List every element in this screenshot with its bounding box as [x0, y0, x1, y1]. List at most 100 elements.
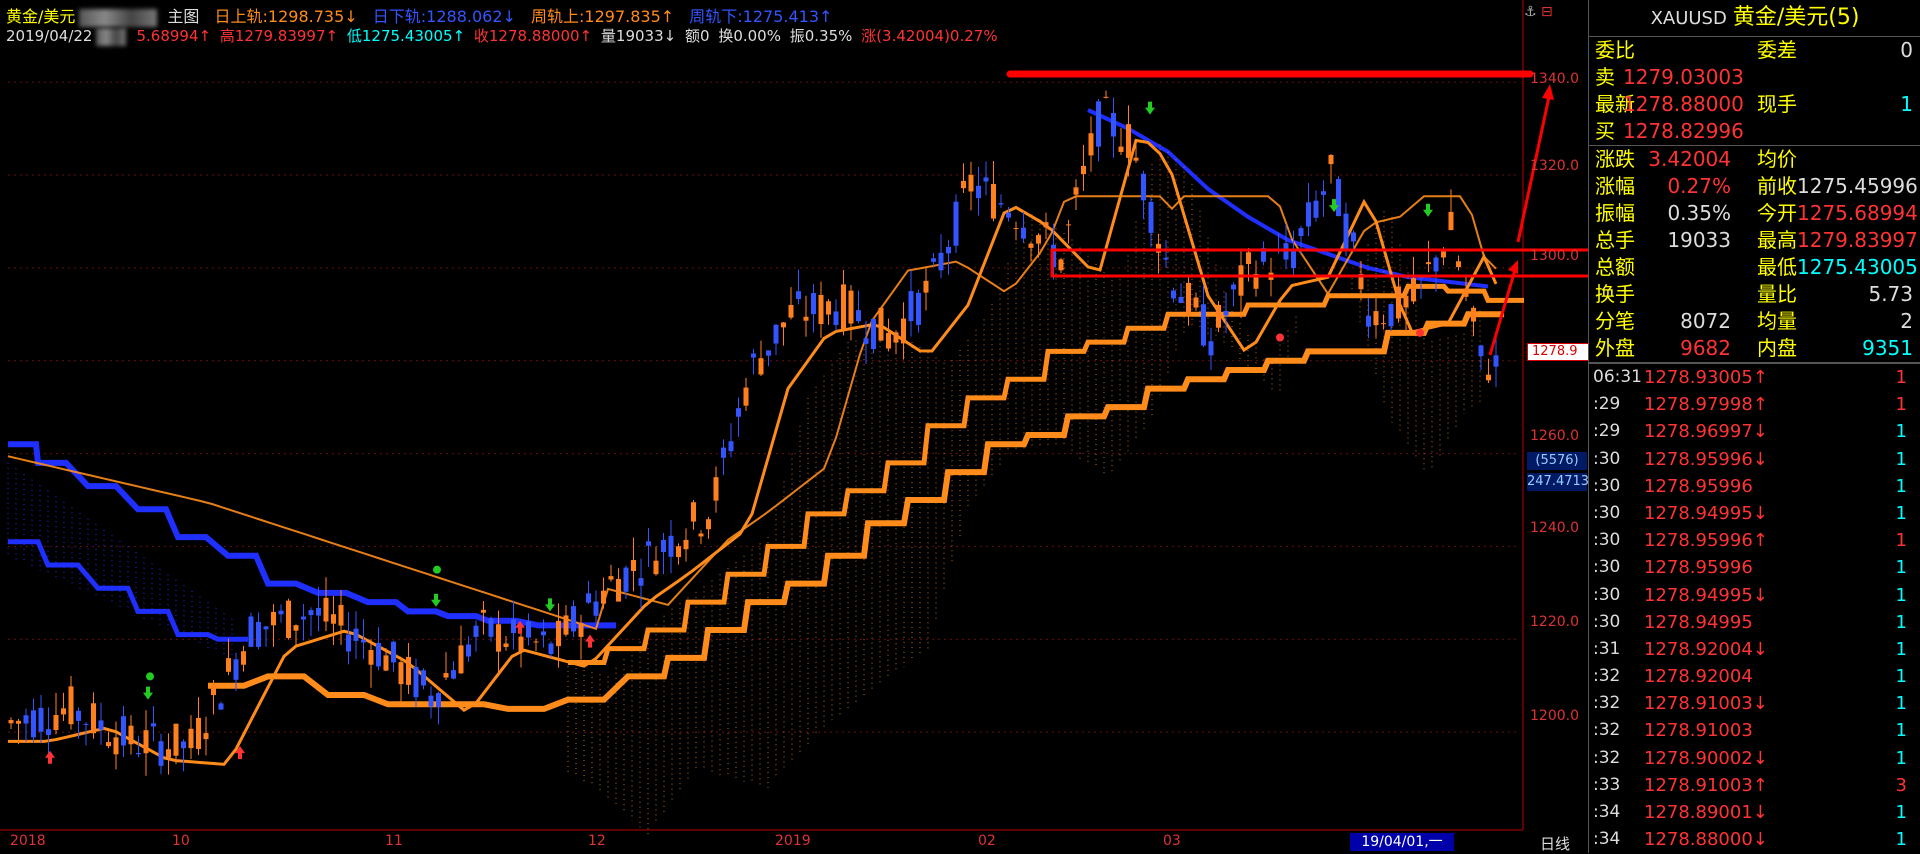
row-label: 均价: [1757, 147, 1797, 171]
candle-body: [188, 728, 194, 749]
tick-volume: 1: [1895, 584, 1907, 606]
candle-body: [586, 593, 591, 603]
candle-body: [143, 730, 149, 754]
tick-time: :29: [1593, 421, 1621, 442]
y-axis-label: 1240.0: [1530, 520, 1579, 536]
tick-row[interactable]: :30 1278.95996 1: [1589, 473, 1920, 500]
candle-body: [1171, 290, 1176, 299]
x-axis-label: 10: [172, 833, 190, 849]
candle-body: [23, 715, 29, 724]
blurred-region: [96, 27, 127, 46]
panel-name: 黄金/美元(5): [1732, 5, 1860, 30]
tick-volume: 3: [1895, 774, 1907, 796]
candle-body: [676, 546, 681, 558]
tick-row[interactable]: :33 1278.91003↑ 3: [1589, 772, 1920, 799]
candlestick-chart[interactable]: [0, 0, 1588, 853]
candle-body: [211, 685, 216, 696]
symbol-label[interactable]: 黄金/美元: [6, 7, 75, 26]
tick-time: :32: [1593, 693, 1621, 714]
window-icon[interactable]: ⊟: [1541, 4, 1553, 20]
tick-volume: 1: [1895, 421, 1907, 443]
candle-body: [886, 332, 891, 349]
tick-price: 1278.96997↓: [1644, 421, 1768, 443]
candle-body: [571, 606, 576, 632]
candle-body: [173, 723, 179, 756]
tick-price: 1278.89001↓: [1644, 802, 1768, 823]
candle-body: [91, 703, 96, 734]
candle-body: [1441, 251, 1446, 258]
candle-body: [98, 720, 104, 730]
tick-row[interactable]: :32 1278.91003↓ 1: [1589, 690, 1920, 717]
tick-row[interactable]: :32 1278.91003 1: [1589, 717, 1920, 744]
candle-body: [1291, 250, 1296, 269]
tick-volume: 1: [1895, 448, 1907, 470]
tick-price: 1278.90002↓: [1644, 747, 1768, 769]
tick-row[interactable]: :30 1278.94995 1: [1589, 609, 1920, 636]
tick-row[interactable]: :29 1278.97998↑ 1: [1589, 391, 1920, 418]
candle-body: [803, 316, 809, 321]
tick-row[interactable]: :30 1278.95996↑ 1: [1589, 527, 1920, 554]
candle-body: [563, 615, 569, 635]
row-value: 0.27%: [1667, 174, 1731, 198]
turnover-value: 换0.00%: [718, 27, 781, 45]
row-value: 2: [1900, 309, 1913, 333]
tick-volume: 1: [1895, 747, 1907, 769]
blue-stair-band: [8, 441, 616, 629]
candle-body: [248, 616, 254, 647]
panel-row: 卖 1279.03003: [1589, 64, 1920, 91]
period-tab[interactable]: 日线: [1540, 833, 1570, 854]
candle-body: [1246, 252, 1251, 264]
candle-body: [451, 670, 456, 679]
x-axis-label: 11: [385, 833, 403, 849]
axis-tools[interactable]: ⚓ ⊟: [1524, 4, 1553, 20]
tick-row[interactable]: :30 1278.94995↓ 1: [1589, 582, 1920, 609]
panel-row: 外盘 9682 内盘 9351: [1589, 335, 1920, 362]
candle-body: [308, 610, 314, 616]
candle-body: [826, 301, 831, 315]
candle-body: [68, 686, 74, 725]
candle-body: [301, 616, 306, 620]
candle-body: [938, 252, 944, 271]
candle-body: [1073, 187, 1079, 195]
candle-body: [166, 749, 171, 758]
y-axis-label: 1320.0: [1530, 158, 1579, 174]
tick-row[interactable]: :31 1278.92004↓ 1: [1589, 636, 1920, 663]
candle-body: [1223, 310, 1229, 316]
candle-body: [781, 322, 786, 328]
tick-price: 1278.94995↓: [1644, 584, 1768, 606]
anchor-icon[interactable]: ⚓: [1524, 4, 1537, 20]
row-value: 9351: [1862, 336, 1913, 360]
row-value: 0.35%: [1667, 201, 1731, 225]
tick-row[interactable]: 06:31 1278.93005↑ 1: [1589, 363, 1920, 391]
chart-area[interactable]: 黄金/美元 主图 日上轨:1298.735↓ 日下轨:1288.062↓ 周轨上:…: [0, 0, 1593, 854]
tick-row[interactable]: :34 1278.88000↓ 1: [1589, 826, 1920, 853]
tick-row[interactable]: :30 1278.95996 1: [1589, 554, 1920, 581]
candle-body: [721, 447, 726, 458]
candle-body: [158, 741, 164, 766]
candle-body: [1096, 101, 1101, 147]
panel-row: 涨幅 0.27% 前收 1275.45996: [1589, 173, 1920, 200]
tick-row[interactable]: :32 1278.90002↓ 1: [1589, 745, 1920, 772]
candle-body: [376, 642, 381, 667]
candle-body: [541, 631, 546, 636]
tick-volume: 1: [1895, 829, 1907, 851]
tick-row[interactable]: :30 1278.95996↓ 1: [1589, 446, 1920, 473]
tick-row[interactable]: :32 1278.92004 1: [1589, 663, 1920, 690]
candle-body: [848, 290, 854, 324]
candle-body: [788, 304, 794, 318]
tick-row[interactable]: :30 1278.94995↓ 1: [1589, 500, 1920, 527]
tick-row[interactable]: :34 1278.89001↓ 1: [1589, 799, 1920, 826]
tick-list[interactable]: 06:31 1278.93005↑ 1:29 1278.97998↑ 1 :29 1278.…: [1589, 363, 1920, 853]
tick-time: :32: [1593, 666, 1621, 687]
tick-row[interactable]: :29 1278.96997↓ 1: [1589, 418, 1920, 445]
day-upper: 日上轨:1298.735↓: [214, 7, 358, 26]
candle-body: [631, 559, 636, 572]
row-label: 总额: [1595, 255, 1635, 279]
candle-body: [76, 710, 81, 721]
candle-body: [758, 358, 764, 375]
amplitude-value: 振0.35%: [789, 27, 853, 45]
volume-value: 量19033↓: [600, 27, 677, 45]
candle-body: [1373, 311, 1379, 326]
candle-body: [383, 655, 389, 671]
tick-time: :30: [1593, 502, 1621, 523]
